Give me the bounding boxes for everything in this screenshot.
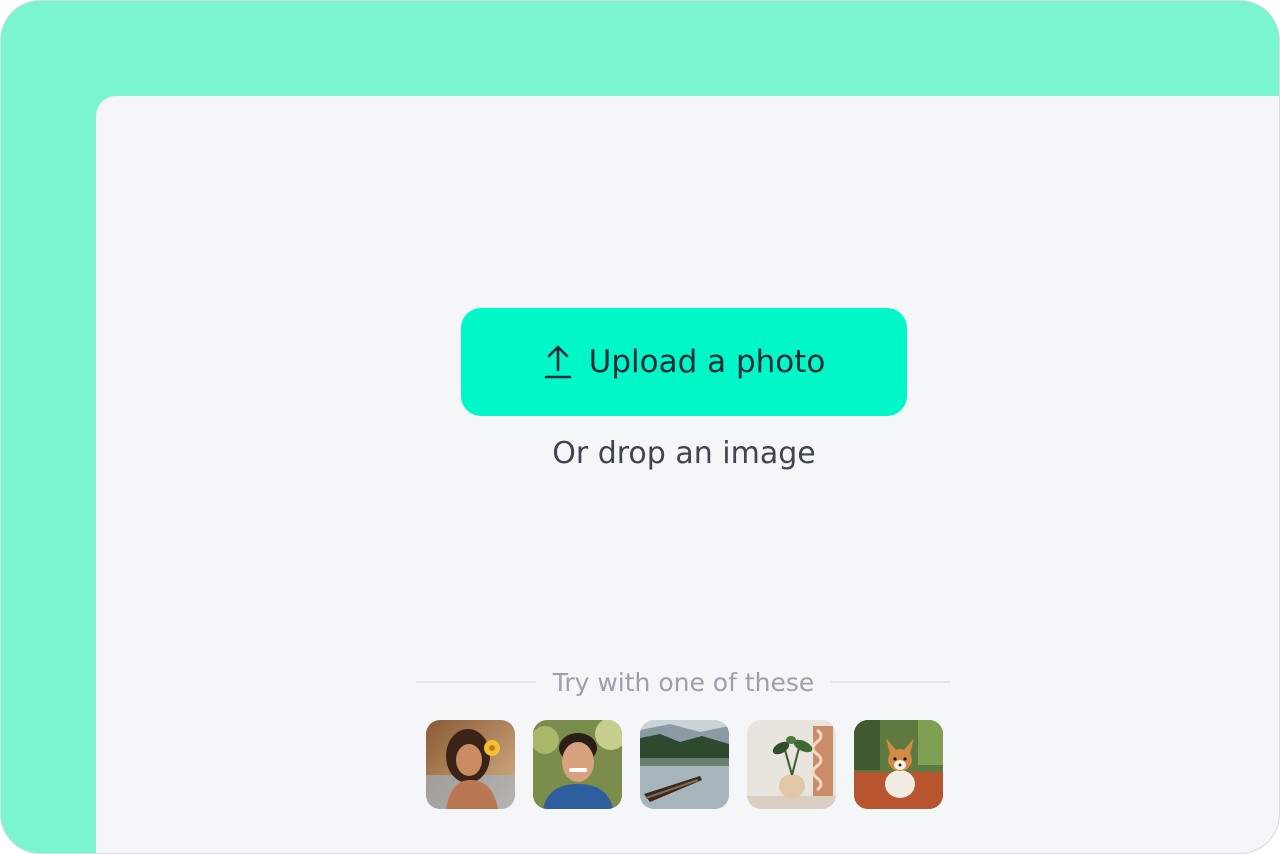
upload-photo-label: Upload a photo	[588, 344, 826, 380]
drop-image-hint: Or drop an image	[552, 436, 816, 471]
upload-photo-button[interactable]: Upload a photo	[461, 308, 907, 416]
sample-corgi-dog-image[interactable]	[854, 720, 943, 809]
upload-panel[interactable]: Upload a photo Or drop an image Try with…	[96, 96, 1279, 853]
sample-portrait-woman-image[interactable]	[426, 720, 515, 809]
app-frame: Upload a photo Or drop an image Try with…	[0, 0, 1280, 854]
sample-boat-lake-image[interactable]	[640, 720, 729, 809]
divider-left	[416, 681, 536, 683]
upload-arrow-icon	[543, 344, 573, 380]
sample-plant-vase-image[interactable]	[747, 720, 836, 809]
samples-heading-row: Try with one of these	[416, 662, 951, 702]
divider-right	[831, 681, 951, 683]
sample-portrait-man-image[interactable]	[533, 720, 622, 809]
sample-thumbnails	[426, 720, 943, 809]
samples-heading: Try with one of these	[552, 667, 815, 697]
